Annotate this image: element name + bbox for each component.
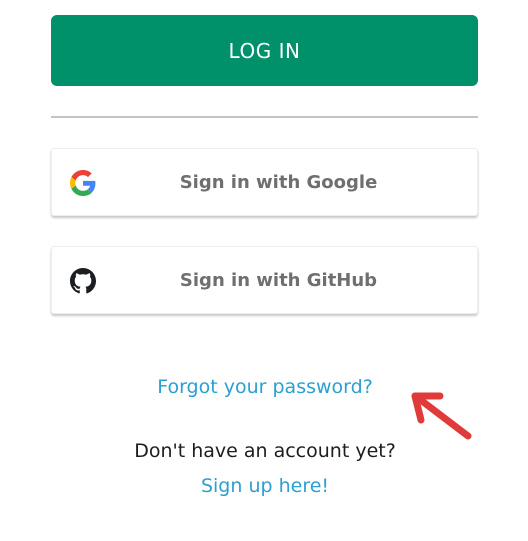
sign-in-with-google-label: Sign in with Google	[179, 171, 378, 193]
annotation-arrow-icon	[411, 392, 472, 440]
no-account-text: Don't have an account yet?	[134, 440, 396, 462]
sign-in-with-github-label: Sign in with GitHub	[179, 269, 378, 291]
login-button[interactable]: LOG IN	[51, 15, 478, 86]
sign-in-with-google-button[interactable]: Sign in with Google	[51, 148, 478, 216]
google-icon	[70, 170, 96, 196]
github-icon	[70, 268, 96, 294]
sign-in-with-github-button[interactable]: Sign in with GitHub	[51, 246, 478, 314]
divider	[51, 116, 478, 118]
forgot-password-link[interactable]: Forgot your password?	[100, 376, 430, 398]
sign-up-link[interactable]: Sign up here!	[140, 475, 390, 497]
